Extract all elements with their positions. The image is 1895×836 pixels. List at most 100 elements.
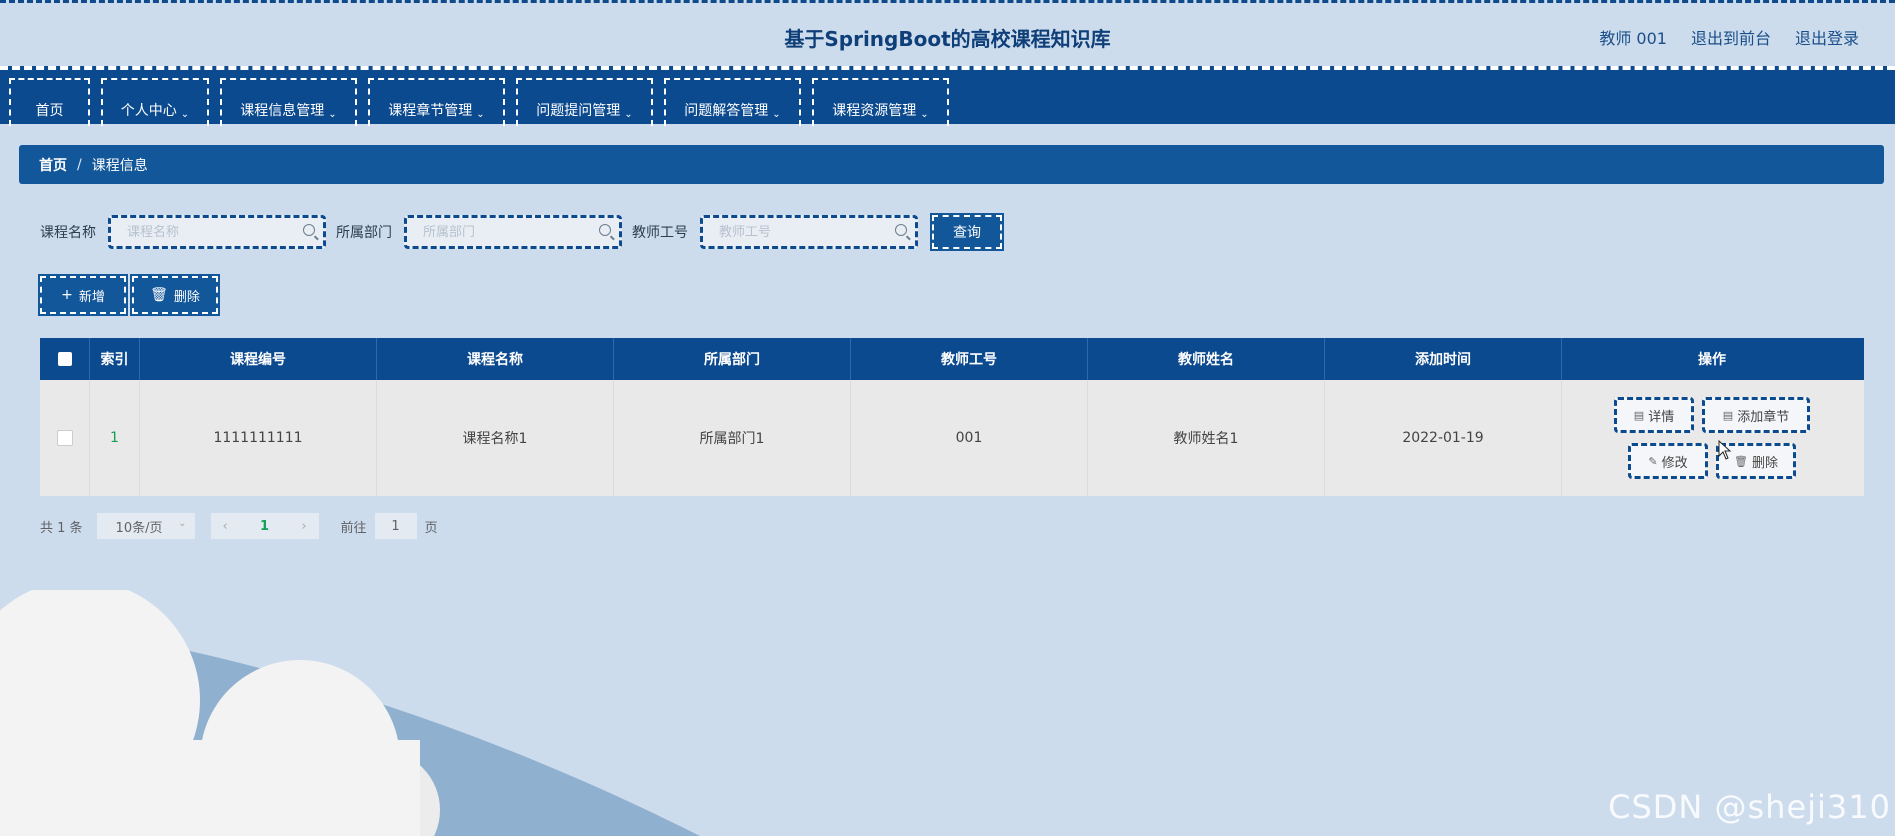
search-icon — [599, 224, 611, 236]
table-header: 索引 课程编号 课程名称 所属部门 教师工号 教师姓名 添加时间 操作 — [40, 338, 1864, 380]
column-header: 课程编号 — [140, 338, 377, 380]
page-nav: ‹ 1 › — [210, 513, 319, 539]
nav-item-home[interactable]: 首页 — [9, 78, 90, 126]
search-icon — [303, 224, 315, 236]
current-page[interactable]: 1 — [260, 519, 269, 534]
column-header: 教师工号 — [851, 338, 1088, 380]
breadcrumb-current: 课程信息 — [91, 157, 148, 174]
search-icon — [895, 224, 907, 236]
column-header: 索引 — [90, 338, 140, 380]
cell-index: 1 — [90, 380, 140, 496]
trash-icon: 🗑 — [150, 287, 168, 303]
chevron-down-icon: ⌄ — [920, 109, 929, 120]
back-to-front-link[interactable]: 退出到前台 — [1691, 25, 1771, 49]
course-name-input[interactable] — [125, 223, 289, 241]
teacher-id-label: 教师工号 — [632, 225, 688, 241]
user-links: 教师 001 退出到前台 退出登录 — [1599, 25, 1859, 49]
add-chapter-button[interactable]: ▤ 添加章节 — [1702, 397, 1810, 433]
prev-page-icon[interactable]: ‹ — [223, 519, 228, 534]
query-button[interactable]: 查询 — [930, 213, 1004, 251]
chevron-down-icon: ⌄ — [624, 109, 633, 120]
chevron-down-icon: ⌄ — [178, 518, 187, 529]
document-icon: ▤ — [1722, 408, 1734, 422]
column-header: 添加时间 — [1325, 338, 1562, 380]
add-button-label: 新增 — [78, 289, 105, 305]
nav-item-personal-center[interactable]: 个人中心 ⌄ — [101, 78, 209, 126]
cell-teacher-id: 001 — [851, 380, 1088, 496]
page-size-select[interactable]: 10条/页 ⌄ — [96, 513, 195, 539]
dept-label: 所属部门 — [336, 225, 392, 241]
trash-icon: 🗑 — [1734, 454, 1748, 468]
course-name-label: 课程名称 — [40, 225, 96, 241]
nav-item-resource[interactable]: 课程资源管理 ⌄ — [812, 78, 949, 126]
detail-button-label: 详情 — [1648, 409, 1675, 425]
nav-item-question[interactable]: 问题提问管理 ⌄ — [516, 78, 653, 126]
nav-item-label: 个人中心 — [120, 103, 177, 119]
dept-field[interactable] — [404, 215, 622, 249]
main-nav: 首页 个人中心 ⌄ 课程信息管理 ⌄ 课程章节管理 ⌄ 问题提问管理 ⌄ 问题解答管理 ⌄… — [0, 66, 1895, 126]
document-icon: ▤ — [1633, 408, 1645, 422]
pagination: 共 1 条 10条/页 ⌄ ‹ 1 › 前往 1 页 — [40, 512, 438, 540]
dept-input[interactable] — [421, 223, 585, 241]
cell-teacher-name: 教师姓名1 — [1088, 380, 1325, 496]
column-header: 教师姓名 — [1088, 338, 1325, 380]
column-header: 所属部门 — [614, 338, 851, 380]
table-body: 1 1111111111 课程名称1 所属部门1 001 教师姓名1 2022-… — [40, 380, 1864, 496]
current-user[interactable]: 教师 001 — [1599, 25, 1667, 49]
cell-added-time: 2022-01-19 — [1325, 380, 1562, 496]
total-count: 共 1 条 — [40, 520, 83, 536]
cell-operations: ▤ 详情 ▤ 添加章节 ✎ 修改 🗑 删除 — [1562, 380, 1862, 496]
chevron-down-icon: ⌄ — [180, 109, 190, 120]
cloud-decoration — [0, 590, 700, 836]
page-size-value: 10条/页 — [115, 520, 163, 536]
search-bar: 课程名称 所属部门 教师工号 查询 — [40, 213, 1004, 251]
nav-item-chapter[interactable]: 课程章节管理 ⌄ — [368, 78, 505, 126]
watermark: CSDN @sheji310 — [1608, 788, 1891, 826]
row-delete-button-label: 删除 — [1751, 455, 1778, 471]
add-button[interactable]: + 新增 — [38, 274, 128, 316]
top-header: 基于SpringBoot的高校课程知识库 教师 001 退出到前台 退出登录 — [0, 0, 1895, 68]
chevron-down-icon: ⌄ — [772, 109, 781, 120]
chevron-down-icon: ⌄ — [476, 109, 485, 120]
logout-link[interactable]: 退出登录 — [1795, 25, 1859, 49]
cell-course-no: 1111111111 — [140, 380, 377, 496]
delete-button-label: 删除 — [173, 289, 200, 305]
column-header: 操作 — [1698, 352, 1726, 368]
checkbox[interactable] — [56, 430, 73, 446]
edit-button[interactable]: ✎ 修改 — [1628, 443, 1708, 479]
column-header: 课程名称 — [377, 338, 614, 380]
course-name-field[interactable] — [108, 215, 326, 249]
course-table: 索引 课程编号 课程名称 所属部门 教师工号 教师姓名 添加时间 操作 1 11… — [40, 338, 1864, 496]
delete-button[interactable]: 🗑 删除 — [130, 274, 220, 316]
detail-button[interactable]: ▤ 详情 — [1614, 397, 1694, 433]
nav-item-answer[interactable]: 问题解答管理 ⌄ — [664, 78, 801, 126]
page-suffix: 页 — [424, 520, 438, 536]
goto-input[interactable]: 1 — [374, 513, 417, 539]
header-select-all[interactable] — [40, 338, 90, 380]
breadcrumb: 首页 / 课程信息 — [19, 145, 1884, 184]
chevron-down-icon: ⌄ — [328, 109, 337, 120]
breadcrumb-separator: / — [77, 156, 82, 173]
table-row: 1 1111111111 课程名称1 所属部门1 001 教师姓名1 2022-… — [40, 380, 1864, 496]
nav-item-label: 问题提问管理 — [536, 103, 621, 119]
nav-item-label: 问题解答管理 — [684, 103, 769, 119]
breadcrumb-home[interactable]: 首页 — [39, 155, 67, 175]
action-bar: + 新增 🗑 删除 — [38, 274, 220, 316]
nav-item-label: 课程资源管理 — [832, 103, 917, 119]
teacher-id-field[interactable] — [700, 215, 918, 249]
row-select[interactable] — [40, 380, 90, 496]
nav-item-course-info[interactable]: 课程信息管理 ⌄ — [220, 78, 357, 126]
next-page-icon[interactable]: › — [301, 519, 306, 534]
edit-button-label: 修改 — [1661, 455, 1688, 471]
mouse-cursor-icon — [1718, 440, 1732, 460]
nav-item-label: 课程章节管理 — [388, 103, 473, 119]
checkbox[interactable] — [57, 352, 72, 366]
nav-item-label: 课程信息管理 — [240, 103, 325, 119]
cell-dept: 所属部门1 — [614, 380, 851, 496]
cell-course-name: 课程名称1 — [377, 380, 614, 496]
goto-label: 前往 — [340, 520, 367, 536]
plus-icon: + — [61, 287, 73, 303]
nav-item-label: 首页 — [35, 103, 64, 119]
edit-icon: ✎ — [1648, 454, 1658, 468]
teacher-id-input[interactable] — [717, 223, 881, 241]
